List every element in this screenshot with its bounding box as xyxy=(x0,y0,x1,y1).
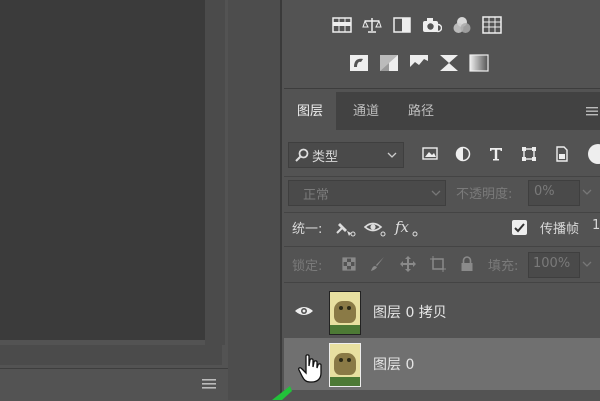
lock-label: 锁定: xyxy=(292,259,323,274)
propagate-frame-label: 传播帧 xyxy=(540,222,580,237)
divider xyxy=(284,176,600,177)
tab-layers[interactable]: 图层 xyxy=(284,92,336,130)
threshold-icon[interactable] xyxy=(409,54,429,72)
lock-transparent-pixels-icon[interactable] xyxy=(342,257,356,271)
unify-style-fx-icon[interactable]: fx xyxy=(394,218,420,238)
blend-mode-value: 正常 xyxy=(303,188,330,203)
svg-text:fx: fx xyxy=(394,218,410,236)
layer-row[interactable]: 图层 0 拷贝 xyxy=(284,286,600,338)
unify-visibility-icon[interactable] xyxy=(364,219,388,237)
tab-channels[interactable]: 通道 xyxy=(339,92,393,130)
propagate-frame-extra: 1 xyxy=(592,218,600,233)
layer-filter-kind-select[interactable]: 类型 xyxy=(288,142,404,168)
shape-filter-icon[interactable] xyxy=(521,146,537,162)
fill-value: 100% xyxy=(533,256,571,271)
posterize-icon[interactable] xyxy=(379,54,399,72)
hand-cursor-icon xyxy=(298,354,322,383)
panel-gutter xyxy=(228,0,280,400)
propagate-frame-checkbox[interactable] xyxy=(512,220,527,235)
levels-balance-icon[interactable] xyxy=(362,16,382,34)
chevron-down-icon[interactable] xyxy=(582,260,592,268)
layer-thumbnail xyxy=(329,343,361,387)
layer-row-selected[interactable]: 图层 0 xyxy=(284,338,600,390)
timeline-strip xyxy=(0,368,228,401)
adjustments-panel xyxy=(284,0,600,89)
unify-position-icon[interactable] xyxy=(334,219,358,237)
panel-divider xyxy=(280,0,282,400)
tab-paths[interactable]: 路径 xyxy=(394,92,448,130)
invert-icon[interactable] xyxy=(349,54,369,72)
layer-name: 图层 0 xyxy=(373,357,415,373)
checkmark-icon xyxy=(514,223,525,233)
image-filter-icon[interactable] xyxy=(422,146,438,162)
adjustment-filter-icon[interactable] xyxy=(455,146,471,162)
photo-filter-icon[interactable] xyxy=(422,16,442,34)
canvas-vertical-scrollbar[interactable] xyxy=(205,0,225,345)
gradient-map-icon[interactable] xyxy=(469,54,489,72)
panel-tab-bar: 图层 通道 路径 xyxy=(284,92,600,130)
selective-color-icon[interactable] xyxy=(439,54,459,72)
opacity-input[interactable]: 0% xyxy=(528,180,580,206)
lock-all-icon[interactable] xyxy=(460,256,474,272)
brightness-contrast-icon[interactable] xyxy=(332,16,352,34)
lock-position-move-icon[interactable] xyxy=(400,256,416,272)
filter-toggle-switch[interactable] xyxy=(588,144,600,164)
layer-thumbnail xyxy=(329,291,361,335)
lock-artboard-icon[interactable] xyxy=(430,256,446,272)
chevron-down-icon xyxy=(431,190,441,196)
canvas-horizontal-scrollbar[interactable] xyxy=(0,345,222,365)
hamburger-menu-icon[interactable] xyxy=(202,378,216,390)
filter-kind-label: 类型 xyxy=(312,150,339,165)
layers-panel: 图层 通道 路径 类型 正常 不透明度: 0% 统一: fx 传播帧 1 锁定:… xyxy=(284,92,600,400)
chevron-down-icon[interactable] xyxy=(582,188,592,196)
opacity-label: 不透明度: xyxy=(456,187,513,202)
opacity-value: 0% xyxy=(534,184,555,199)
panel-menu-icon[interactable] xyxy=(586,106,598,116)
layer-name: 图层 0 拷贝 xyxy=(373,305,447,321)
color-lookup-icon[interactable] xyxy=(482,16,502,34)
search-icon xyxy=(295,148,309,162)
lock-image-pixels-brush-icon[interactable] xyxy=(370,256,386,272)
fill-input[interactable]: 100% xyxy=(528,252,580,278)
fill-label: 填充: xyxy=(488,259,519,274)
blend-mode-select[interactable]: 正常 xyxy=(288,180,446,206)
eye-icon[interactable] xyxy=(294,304,314,318)
black-white-icon[interactable] xyxy=(392,16,412,34)
canvas-area[interactable] xyxy=(0,0,205,340)
divider xyxy=(284,246,600,247)
divider xyxy=(284,282,600,283)
chevron-down-icon xyxy=(387,152,397,158)
green-arrow-icon xyxy=(272,386,292,400)
channel-mixer-icon[interactable] xyxy=(452,16,472,34)
divider xyxy=(284,212,600,213)
smart-object-filter-icon[interactable] xyxy=(554,146,570,162)
type-filter-icon[interactable] xyxy=(488,146,504,162)
unify-label: 统一: xyxy=(292,222,323,237)
